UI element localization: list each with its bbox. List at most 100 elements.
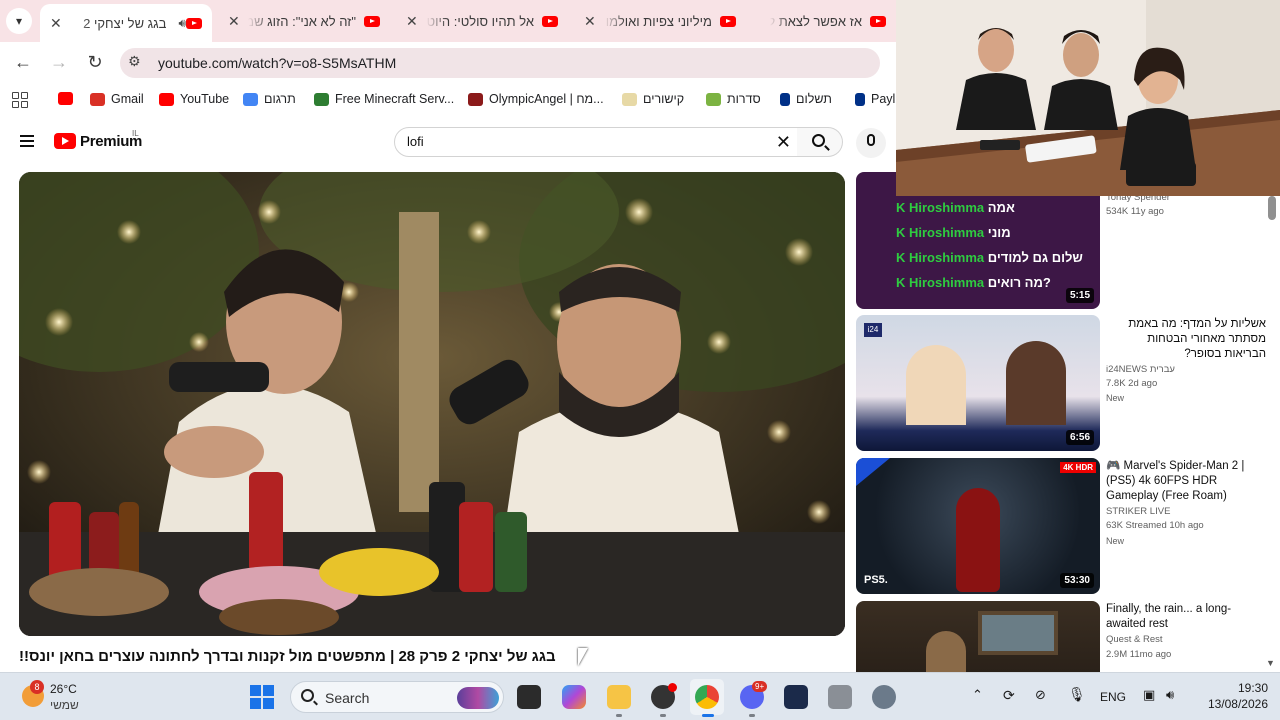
recommendation-channel[interactable]: STRIKER LIVE bbox=[1106, 506, 1170, 517]
karaoke-tail: אמה bbox=[987, 200, 1015, 215]
bookmark-label: YouTube bbox=[180, 92, 230, 106]
chrome-icon[interactable] bbox=[695, 685, 719, 709]
bookmark-translate[interactable]: תרגום bbox=[243, 92, 296, 106]
recording-dot bbox=[668, 683, 677, 692]
recommendation-meta: 534K 11y ago bbox=[1106, 206, 1164, 217]
youtube-logo-icon[interactable] bbox=[54, 133, 76, 149]
recommendation-title[interactable]: 🎮 Marvel's Spider-Man 2 | (PS5) 4k 60FPS… bbox=[1106, 459, 1266, 504]
clear-search-icon[interactable]: ✕ bbox=[776, 132, 791, 153]
karaoke-icon: K bbox=[896, 200, 909, 215]
sync-icon[interactable]: ⟳ bbox=[1003, 687, 1015, 704]
tab-active[interactable]: 🔊︎ בגג של יצחקי 2 ✕ bbox=[40, 4, 212, 42]
back-arrow-icon[interactable]: ← bbox=[11, 50, 35, 74]
tab[interactable]: מיליוני צפיות ואולמו ✕ bbox=[574, 4, 746, 38]
karaoke-tail: מה רואים? bbox=[987, 275, 1051, 290]
tab-title: אז אפשר לצאת לפנ bbox=[770, 13, 862, 29]
spider-man-figure bbox=[956, 488, 1000, 592]
menu-hamburger-icon[interactable] bbox=[20, 135, 34, 147]
bookmark-payment[interactable]: תשלום bbox=[780, 92, 832, 106]
copilot-icon[interactable] bbox=[562, 685, 586, 709]
recommendation-thumbnail[interactable]: 4K HDR PS5. 53:30 bbox=[856, 458, 1100, 594]
tab-title: "זה לא אני": הזוג שמ bbox=[247, 13, 356, 29]
recommendation-thumbnail[interactable]: i24 6:56 bbox=[856, 315, 1100, 451]
microphone-icon[interactable]: 🎙︎ bbox=[1068, 686, 1086, 703]
discord-badge: 9+ bbox=[752, 681, 768, 692]
teamviewer-icon[interactable] bbox=[784, 685, 808, 709]
avatar-icon bbox=[468, 92, 483, 106]
app-icon[interactable] bbox=[828, 685, 852, 709]
address-bar[interactable]: ⚙︎ youtube.com/watch?v=o8-S5MsATHM bbox=[120, 48, 880, 78]
recommendation-title[interactable]: אשליות על המדף: מה באמת מסתתר מאחורי הבט… bbox=[1106, 317, 1266, 362]
bookmark-label: תרגום bbox=[264, 92, 296, 106]
i24-logo-icon: i24 bbox=[864, 323, 882, 337]
search-icon bbox=[812, 134, 825, 147]
recommendation-meta: 2.9M 11mo ago bbox=[1106, 649, 1172, 660]
voice-search-button[interactable] bbox=[856, 128, 886, 158]
bookmark-youtube[interactable]: YouTube bbox=[159, 92, 229, 106]
running-indicator bbox=[702, 714, 714, 717]
bookmark-series[interactable]: סדרות bbox=[706, 92, 761, 106]
recommendation-channel[interactable]: i24NEWS עברית bbox=[1106, 364, 1175, 375]
clock-time[interactable]: 19:30 bbox=[1218, 681, 1268, 695]
windows-taskbar: 8 26°C שמשי Search 9+ ⌃ ⟳ ⊘ 🎙︎ ENG ▣ 🔊︎ … bbox=[0, 672, 1280, 720]
tab[interactable]: אז אפשר לצאת לפנ bbox=[752, 4, 896, 38]
webcam-overlay bbox=[896, 0, 1280, 196]
apps-grid-icon[interactable] bbox=[12, 92, 28, 108]
youtube-favicon-icon bbox=[58, 92, 73, 105]
search-button[interactable] bbox=[797, 127, 843, 157]
youtube-favicon-icon bbox=[364, 15, 380, 27]
video-player[interactable] bbox=[19, 172, 845, 636]
tab[interactable]: אל תהיו סולטי: היוט ✕ bbox=[396, 4, 568, 38]
bookmark-gmail[interactable]: Gmail bbox=[90, 92, 144, 106]
tab-search-chevron-down-icon[interactable]: ▾ bbox=[6, 8, 32, 34]
tab-close-icon[interactable]: ✕ bbox=[406, 13, 418, 30]
display-icon[interactable]: ▣ bbox=[1143, 687, 1155, 703]
bookmark-olympicangel[interactable]: OlympicAngel | מח... bbox=[468, 92, 604, 106]
tab[interactable]: "זה לא אני": הזוג שמ ✕ bbox=[218, 4, 390, 38]
bookmark-minecraft[interactable]: Free Minecraft Serv... bbox=[314, 92, 454, 106]
tab-close-icon[interactable]: ✕ bbox=[584, 13, 596, 30]
settings-gear-icon[interactable] bbox=[872, 685, 896, 709]
sidebar-scrollbar-thumb[interactable] bbox=[1268, 196, 1276, 220]
new-badge: New bbox=[1106, 536, 1125, 546]
site-settings-icon[interactable]: ⚙︎ bbox=[128, 53, 141, 70]
bookmark-label: Free Minecraft Serv... bbox=[335, 92, 455, 106]
file-explorer-icon[interactable] bbox=[607, 685, 631, 709]
clock-date[interactable]: 13/08/2026 bbox=[1198, 697, 1268, 711]
folder-icon bbox=[622, 92, 637, 106]
recommendation-channel[interactable]: Quest & Rest bbox=[1106, 634, 1163, 645]
gmail-icon bbox=[90, 92, 105, 106]
forward-arrow-icon[interactable]: → bbox=[47, 50, 71, 74]
address-url[interactable]: youtube.com/watch?v=o8-S5MsATHM bbox=[158, 55, 396, 71]
weather-temperature[interactable]: 26°C bbox=[50, 682, 77, 696]
tab-close-icon[interactable]: ✕ bbox=[228, 13, 240, 30]
volume-icon[interactable]: 🔊︎ bbox=[1166, 687, 1174, 703]
start-windows-icon[interactable] bbox=[250, 685, 274, 709]
taskbar-search-box[interactable]: Search bbox=[290, 681, 504, 713]
search-box[interactable]: ✕ bbox=[394, 127, 798, 157]
karaoke-word: Hiroshimma bbox=[909, 225, 985, 240]
knight-figure bbox=[926, 631, 966, 672]
tab-close-icon[interactable]: ✕ bbox=[50, 15, 62, 32]
search-input[interactable] bbox=[407, 134, 747, 149]
language-indicator[interactable]: ENG bbox=[1100, 690, 1126, 704]
task-view-icon[interactable] bbox=[517, 685, 541, 709]
bookmark-youtube-icon-only[interactable] bbox=[58, 92, 79, 105]
karaoke-icon: K bbox=[896, 225, 909, 240]
bookmark-paypal[interactable]: Payl bbox=[855, 92, 895, 106]
recommendation-thumbnail[interactable] bbox=[856, 601, 1100, 672]
recommendation-title[interactable]: Finally, the rain... a long-awaited rest bbox=[1106, 602, 1266, 632]
bookmark-label: OlympicAngel | מח... bbox=[489, 92, 604, 106]
reload-icon[interactable]: ↻ bbox=[83, 50, 107, 74]
paypal-icon bbox=[780, 92, 790, 106]
folder-icon bbox=[706, 92, 721, 106]
scroll-down-arrow-icon[interactable]: ▼ bbox=[1266, 658, 1275, 668]
bookmark-label: סדרות bbox=[727, 92, 761, 106]
tray-overflow-chevron-icon[interactable]: ⌃ bbox=[972, 687, 983, 703]
audio-playing-icon[interactable]: 🔊︎ bbox=[178, 16, 186, 31]
youtube-favicon-icon bbox=[186, 17, 202, 29]
duration-badge: 6:56 bbox=[1065, 430, 1094, 445]
person-figure bbox=[1006, 341, 1066, 425]
network-off-icon[interactable]: ⊘ bbox=[1035, 687, 1046, 703]
bookmark-links[interactable]: קישורים bbox=[622, 92, 684, 106]
